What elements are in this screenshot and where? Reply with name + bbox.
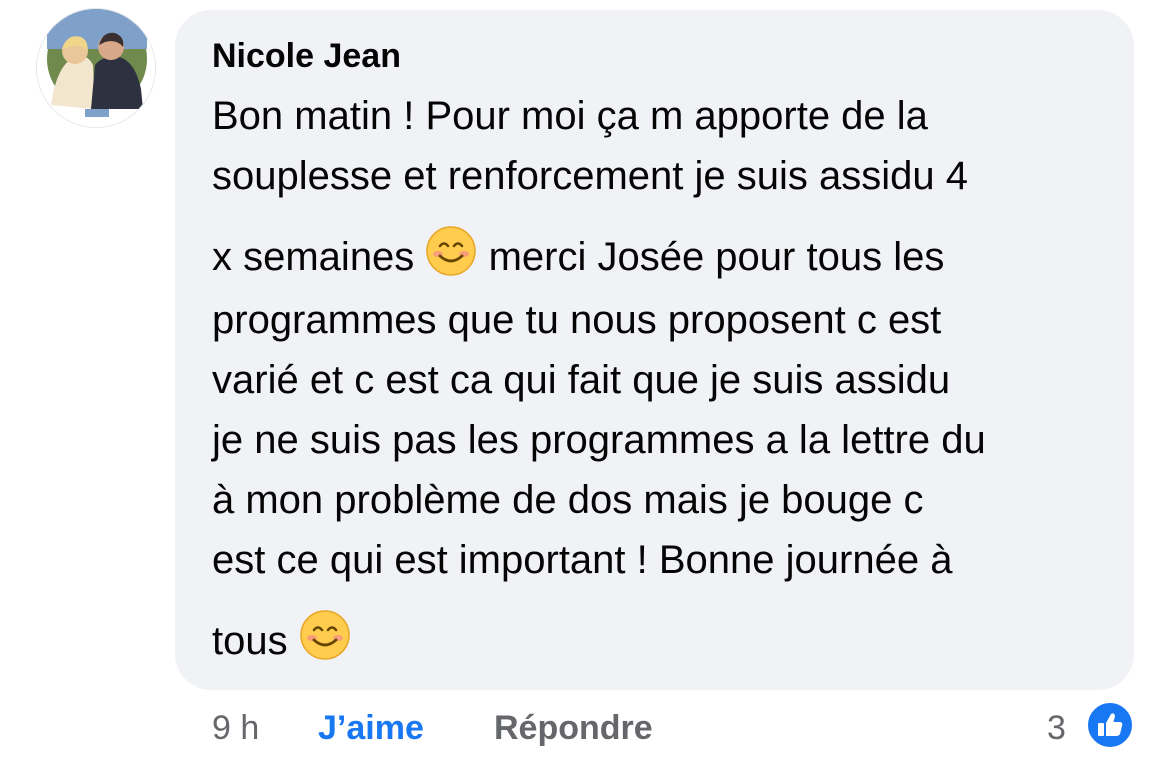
comment-timestamp[interactable]: 9 h: [212, 704, 259, 752]
like-button[interactable]: J’aime: [318, 704, 424, 752]
comment-text-line: varié et c est ca qui fait que je suis a…: [212, 358, 951, 402]
smiling-face-emoji-icon: [425, 225, 477, 288]
avatar[interactable]: [36, 8, 156, 128]
reaction-count[interactable]: 3: [1047, 704, 1066, 752]
comment-author-name[interactable]: Nicole Jean: [212, 36, 401, 76]
profile-photo: [37, 9, 155, 127]
comment-text-segment: merci Josée pour tous les: [488, 235, 945, 280]
comment-text-segment: tous: [212, 619, 288, 664]
thumbs-up-icon[interactable]: [1085, 700, 1135, 750]
comment-text-segment: x semaines: [212, 235, 415, 280]
comment-text-line-with-emoji: tous: [212, 609, 351, 675]
reply-button[interactable]: Répondre: [494, 704, 653, 752]
smiling-face-emoji-icon: [299, 609, 351, 672]
comment-text-line: Bon matin ! Pour moi ça m apporte de la: [212, 94, 928, 138]
comment-text-line: programmes que tu nous proposent c est: [212, 298, 942, 342]
comment-text-line: je ne suis pas les programmes a la lettr…: [212, 418, 986, 462]
comment-text-line: souplesse et renforcement je suis assidu…: [212, 154, 968, 198]
comment-text-line: à mon problème de dos mais je bouge c: [212, 478, 924, 522]
comment-text-line: est ce qui est important ! Bonne journée…: [212, 538, 953, 582]
comment-text-line-with-emoji: x semaines merci Josée pour tous les: [212, 225, 945, 291]
